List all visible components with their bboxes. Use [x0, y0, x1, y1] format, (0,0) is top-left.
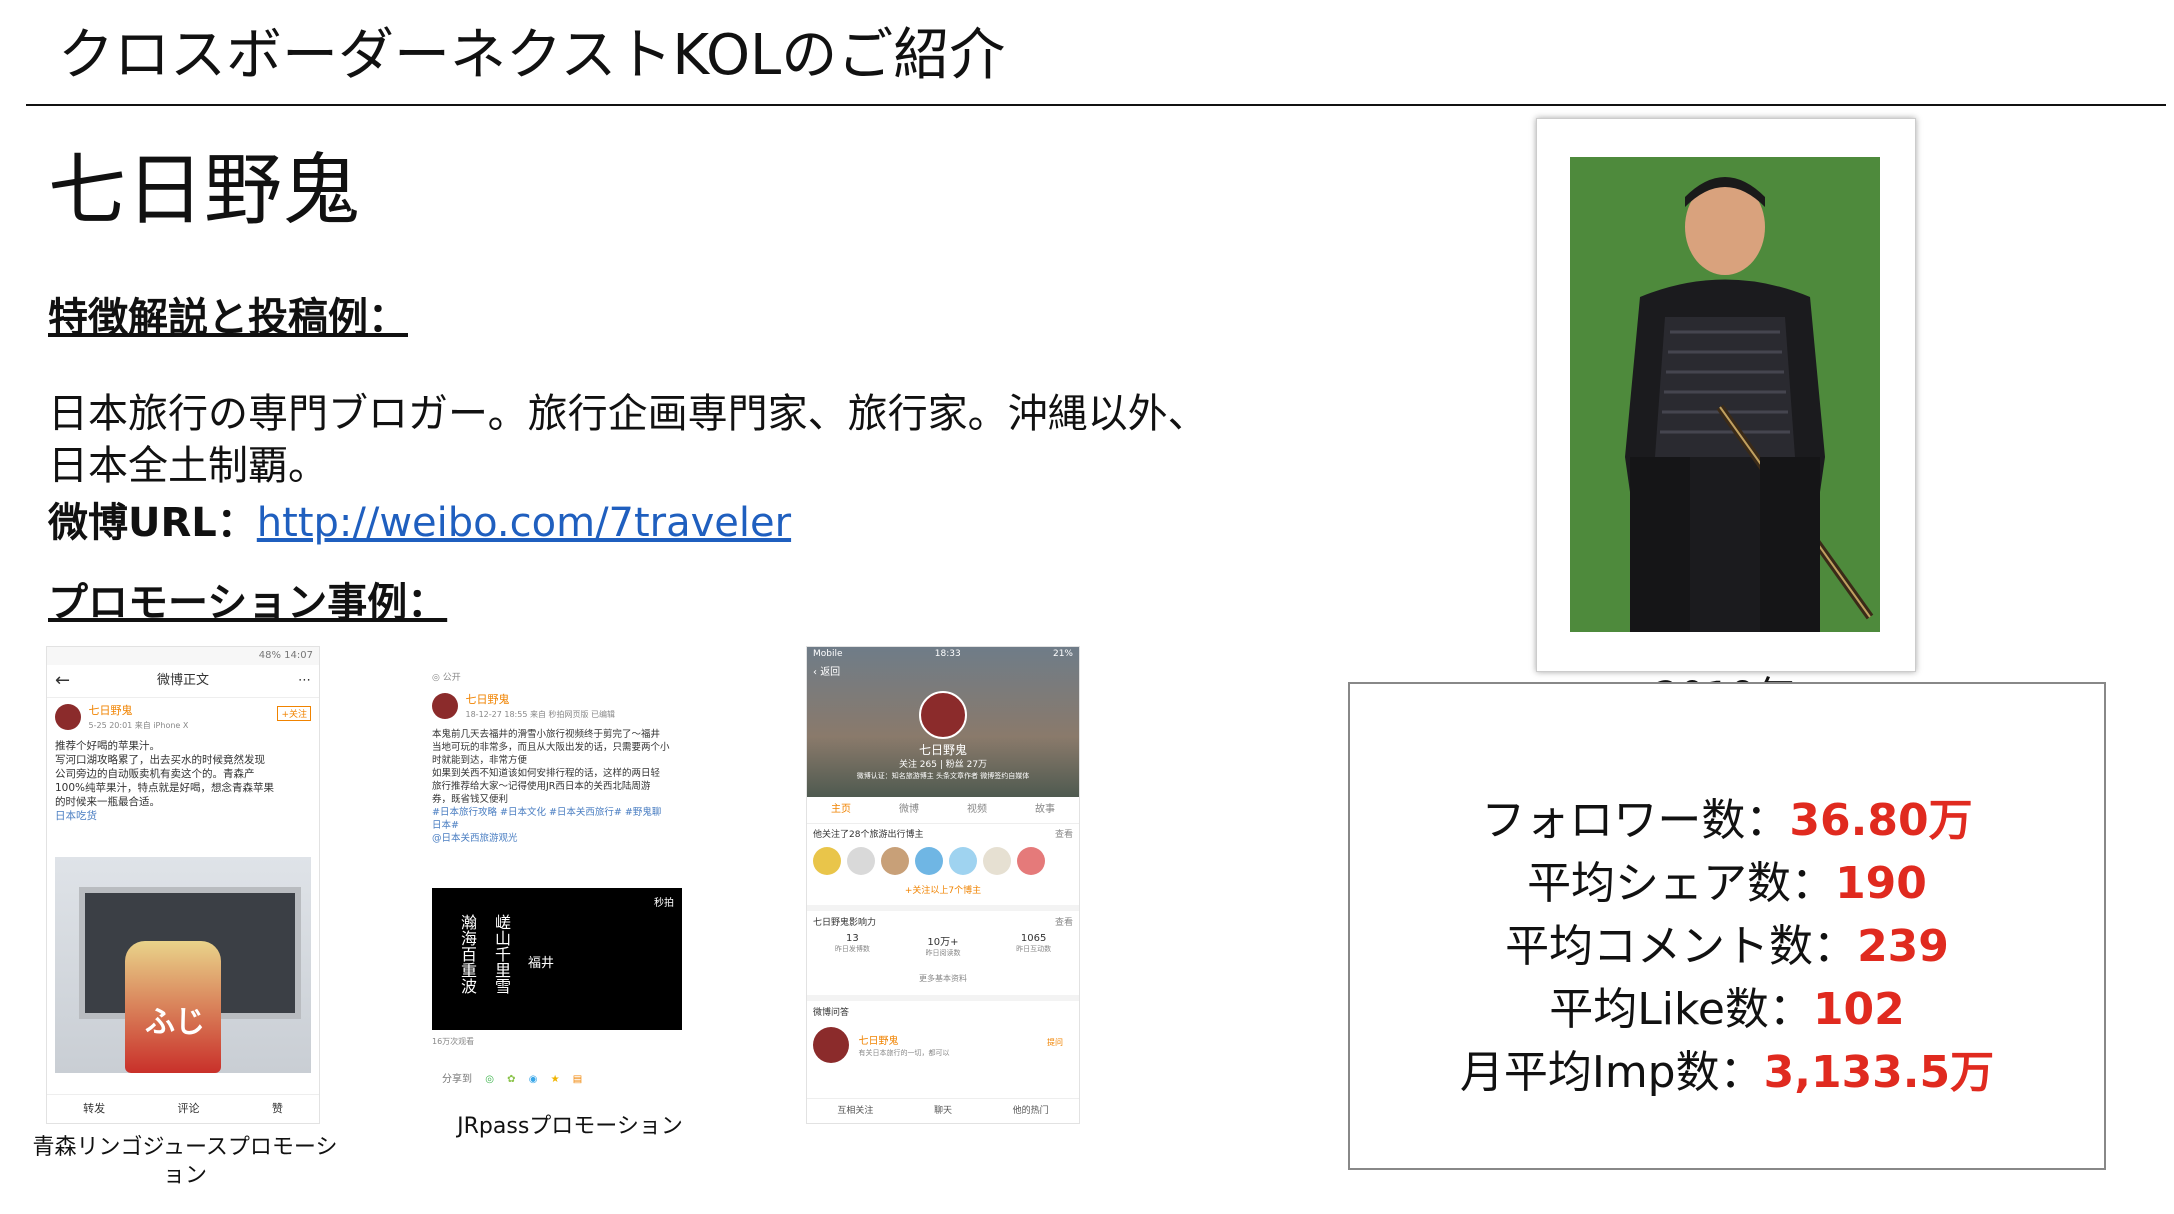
features-heading: 特徴解説と投稿例：: [48, 295, 408, 341]
weibo-url-label: 微博URL：: [48, 500, 257, 546]
avatar[interactable]: [915, 847, 943, 875]
avatar[interactable]: [949, 847, 977, 875]
juice-bottle-icon: ふじ: [125, 941, 221, 1073]
avatar[interactable]: [847, 847, 875, 875]
profile-stats: 关注 265 | 粉丝 27万: [898, 760, 988, 770]
follow-section-header: 他关注了28个旅游出行博主 查看: [813, 830, 1073, 840]
public-label: ◎ 公开: [432, 673, 461, 683]
tab-story[interactable]: 故事: [1035, 797, 1055, 823]
kol-name: 七日野鬼: [48, 146, 361, 236]
stat-avg-shares: 平均シェア数：190: [1527, 858, 1927, 909]
promo-screenshot-apple-juice: 48% 14:07 ← 微博正文 ⋯ 七日野鬼 5-25 20:01 来自 iP…: [46, 646, 320, 1124]
profile-avatar[interactable]: [919, 691, 967, 739]
slide-title: クロスボーダーネクストKOLのご紹介: [58, 23, 1006, 88]
weibo-url-line: 微博URL：http://weibo.com/7traveler: [48, 490, 791, 548]
kol-description: 日本旅行の専門ブロガー。旅行企画専門家、旅行家。沖縄以外、日本全土制覇。: [48, 391, 1208, 489]
profile-cover: Mobile 18:33 21% ‹ 返回 七日野鬼 关注 265 | 粉丝 2…: [807, 647, 1079, 797]
repost-button[interactable]: 转发: [83, 1095, 105, 1123]
weibo-url-link[interactable]: http://weibo.com/7traveler: [257, 500, 791, 546]
post-author: 七日野鬼 5-25 20:01 来自 iPhone X +关注: [47, 698, 319, 735]
favorite-icon[interactable]: ★: [551, 1074, 560, 1085]
tab-home[interactable]: 主页: [831, 797, 851, 823]
avatar[interactable]: [983, 847, 1011, 875]
video-place: 福井: [528, 956, 555, 971]
post-header: ← 微博正文 ⋯: [47, 665, 319, 698]
post-author: 七日野鬼 18-12-27 18:55 来自 秒拍网页版 已编辑: [424, 687, 704, 724]
status-bar: 48% 14:07: [47, 647, 319, 665]
avatar[interactable]: [55, 703, 81, 730]
video-player[interactable]: 秒拍 瀚海百重波 嵯山千里雪 福井: [432, 888, 682, 1030]
stat-followers: フォロワー数：36.80万: [1481, 795, 1973, 846]
note-icon[interactable]: ▤: [573, 1074, 582, 1085]
tab-weibo[interactable]: 微博: [899, 797, 919, 823]
user-name[interactable]: 七日野鬼: [466, 693, 510, 706]
stats-box: フォロワー数：36.80万 平均シェア数：190 平均コメント数：239 平均L…: [1348, 682, 2106, 1170]
caption-jrpass: JRpassプロモーション: [457, 1114, 683, 1139]
post-tag[interactable]: 日本吃货: [55, 809, 311, 823]
status-bar: Mobile 18:33 21%: [813, 649, 1073, 659]
samurai-armor-figure-icon: [1625, 177, 1874, 632]
stat-avg-comments: 平均コメント数：239: [1505, 921, 1949, 972]
header-title: 微博正文: [156, 673, 209, 688]
video-badge: 秒拍: [654, 898, 674, 909]
chat-button[interactable]: 聊天: [934, 1099, 952, 1123]
post-meta: 18-12-27 18:55 来自 秒拍网页版 已编辑: [465, 710, 616, 719]
hot-posts-button[interactable]: 他的热门: [1013, 1099, 1049, 1123]
more-icon[interactable]: ⋯: [298, 665, 311, 697]
kol-portrait-photo: [1570, 157, 1880, 632]
promo-screenshot-jrpass: ◎ 公开 七日野鬼 18-12-27 18:55 来自 秒拍网页版 已编辑 本鬼…: [424, 666, 704, 1106]
avatar[interactable]: [432, 692, 458, 719]
user-name[interactable]: 七日野鬼: [89, 704, 133, 717]
influence-stats: 13 昨日发博数 10万+ 昨日阅读数 1065 昨日互动数: [834, 933, 1052, 957]
follow-button[interactable]: +关注: [277, 706, 311, 721]
promo-heading: プロモーション事例：: [48, 580, 448, 626]
more-info-link[interactable]: 更多基本资料: [807, 973, 1079, 984]
avatar[interactable]: [813, 847, 841, 875]
qa-header: 微博问答: [807, 995, 1079, 1018]
moments-icon[interactable]: ✿: [507, 1074, 515, 1085]
stat-avg-likes: 平均Like数：102: [1549, 984, 1905, 1035]
comment-button[interactable]: 评论: [177, 1095, 199, 1123]
back-button[interactable]: ‹ 返回: [807, 661, 1079, 680]
post-meta: 5-25 20:01 来自 iPhone X: [88, 721, 189, 730]
profile-name: 七日野鬼: [918, 743, 967, 757]
influence-header: 七日野鬼影响力 查看: [807, 905, 1079, 928]
profile-tabs: 主页 微博 视频 故事: [807, 797, 1079, 824]
avatar[interactable]: [881, 847, 909, 875]
back-arrow-icon[interactable]: ←: [55, 665, 70, 697]
avatar[interactable]: [1017, 847, 1045, 875]
qq-icon[interactable]: ◉: [529, 1074, 538, 1085]
post-body: 本鬼前几天去福井的滑雪小旅行视频终于剪完了～福井 当地可玩的非常多，而且从大阪出…: [424, 724, 704, 849]
post-tags[interactable]: #日本旅行攻略 #日本文化 #日本关西旅行# #野鬼聊: [432, 806, 696, 819]
followed-avatars: [813, 847, 1045, 875]
wechat-icon[interactable]: ◎: [485, 1074, 494, 1085]
tab-video[interactable]: 视频: [967, 797, 987, 823]
post-body: 推荐个好喝的苹果汁。 写河口湖攻略累了，出去买水的时候竟然发现 公司旁边的自动贩…: [47, 735, 319, 827]
like-button[interactable]: 赞: [272, 1095, 283, 1123]
follow-all-button[interactable]: +关注以上7个博主: [807, 883, 1079, 896]
post-photo[interactable]: ふじ: [55, 857, 311, 1073]
stat-monthly-imp: 月平均Imp数：3,133.5万: [1459, 1047, 1995, 1098]
title-divider: [26, 104, 2166, 106]
weibo-profile-screenshot: Mobile 18:33 21% ‹ 返回 七日野鬼 关注 265 | 粉丝 2…: [806, 646, 1080, 1124]
ask-button[interactable]: 提问: [1047, 1037, 1063, 1048]
profile-bottom-bar: 互相关注 聊天 他的热门: [807, 1098, 1079, 1123]
post-actions: 转发 评论 赞: [47, 1094, 319, 1123]
caption-apple-juice: 青森リンゴジュースプロモーション: [32, 1135, 338, 1188]
qa-card: 七日野鬼 有关日本旅行的一切，都可以 提问: [813, 1027, 1073, 1063]
mutual-follow-button[interactable]: 互相关注: [837, 1099, 873, 1123]
profile-bio: 微博认证：知名旅游博主 头条文章作者 微博签约自媒体: [856, 772, 1030, 780]
share-bar: 分享到 ◎ ✿ ◉ ★ ▤: [442, 1074, 583, 1085]
view-count: 16万次观看: [432, 1037, 475, 1046]
avatar[interactable]: [813, 1027, 849, 1063]
